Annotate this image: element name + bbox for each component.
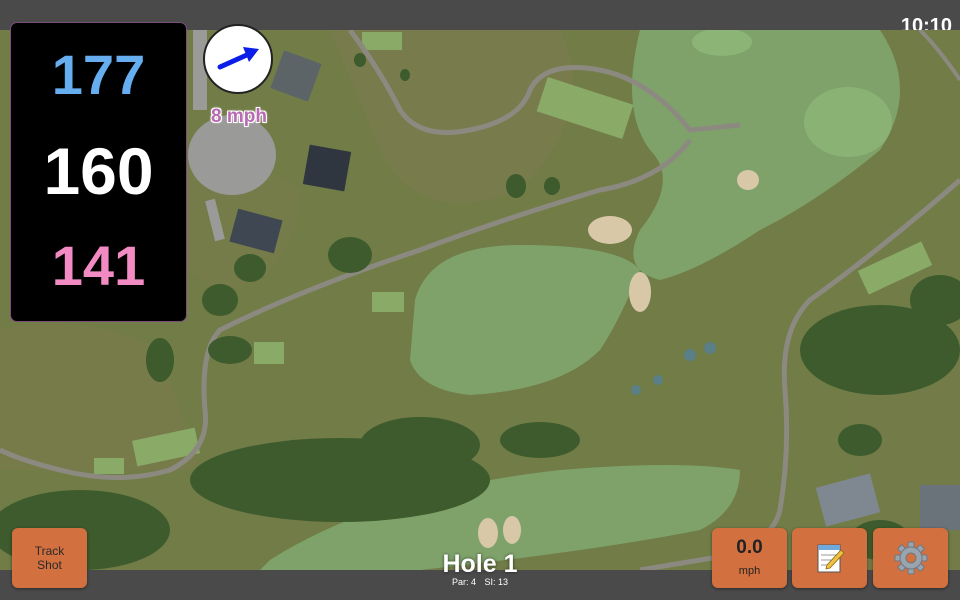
- scorecard-notes-button[interactable]: [792, 528, 867, 588]
- center-distance: 160: [43, 134, 154, 208]
- distance-panel: 177 160 141: [10, 22, 187, 322]
- back-distance: 177: [51, 43, 146, 106]
- hole-par: Par: 4: [451, 577, 476, 587]
- speed-value: 0.0: [736, 537, 763, 558]
- wind-indicator: [203, 24, 273, 94]
- notepad-icon: [817, 544, 845, 573]
- wind-speed: 8 mph: [211, 106, 267, 127]
- gear-icon: [894, 541, 927, 575]
- track-shot-button[interactable]: Track Shot: [12, 528, 87, 588]
- speed-button[interactable]: 0.0 mph: [712, 528, 787, 588]
- wind-direction-arrow-icon: [217, 47, 259, 70]
- hole-stroke-index: SI: 13: [484, 577, 509, 587]
- front-distance: 141: [51, 234, 146, 297]
- settings-button[interactable]: [873, 528, 948, 588]
- hole-meta: Par: 4 SI: 13: [380, 577, 580, 587]
- track-shot-label: Track Shot: [34, 544, 65, 572]
- hole-title: Hole 1: [442, 550, 518, 578]
- speed-unit: mph: [738, 565, 761, 577]
